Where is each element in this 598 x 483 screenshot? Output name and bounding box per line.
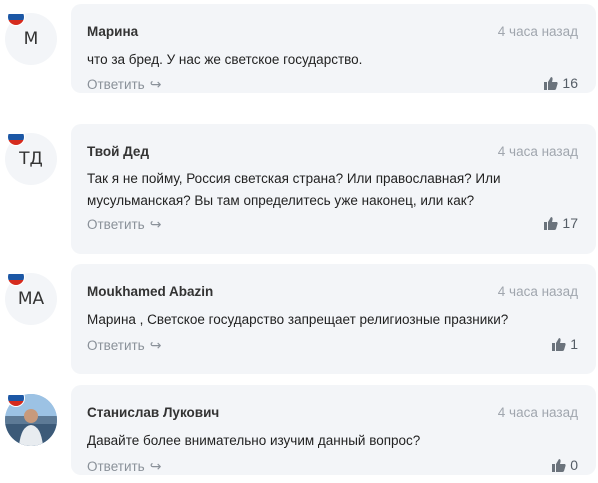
comment-text: Давайте более внимательно изучим данный … xyxy=(87,433,421,448)
thumbs-up-icon xyxy=(544,216,559,230)
like-button[interactable]: 16 xyxy=(544,75,578,91)
reply-arrow-icon: ↪ xyxy=(149,76,162,92)
like-count: 17 xyxy=(562,215,578,231)
thumbs-up-icon xyxy=(552,337,566,351)
reply-label: Ответить xyxy=(87,217,145,232)
reply-button[interactable]: Ответить ↪ xyxy=(87,337,161,354)
reply-arrow-icon: ↪ xyxy=(149,458,162,474)
reply-label: Ответить xyxy=(87,338,145,353)
reply-button[interactable]: Ответить ↪ xyxy=(87,216,161,233)
comment-author[interactable]: Марина xyxy=(87,24,138,39)
reply-arrow-icon: ↪ xyxy=(149,216,162,232)
comment-card: Станислав Лукович 4 часа назад Давайте б… xyxy=(71,385,596,475)
comment-text: Так я не пойму, Россия светская страна? … xyxy=(87,171,501,208)
russian-flag-icon xyxy=(7,389,25,407)
avatar[interactable]: М xyxy=(5,8,57,65)
like-count: 16 xyxy=(562,75,578,91)
reply-button[interactable]: Ответить ↪ xyxy=(87,76,161,93)
thumbs-up-icon xyxy=(544,76,559,90)
avatar[interactable]: ТД xyxy=(5,128,57,185)
reply-label: Ответить xyxy=(87,459,145,474)
comment-text: Марина , Светское государство запрещает … xyxy=(87,312,509,327)
russian-flag-icon xyxy=(7,128,25,146)
russian-flag-icon xyxy=(7,8,25,26)
reply-button[interactable]: Ответить ↪ xyxy=(87,458,161,475)
comment-author[interactable]: Moukhamed Abazin xyxy=(87,284,213,299)
avatar[interactable]: МА xyxy=(5,268,57,325)
like-button[interactable]: 17 xyxy=(544,215,578,231)
comment-card: Moukhamed Abazin 4 часа назад Марина , С… xyxy=(71,264,596,374)
comment-time[interactable]: 4 часа назад xyxy=(498,284,578,299)
comment-time[interactable]: 4 часа назад xyxy=(498,24,578,39)
avatar[interactable] xyxy=(5,389,57,446)
like-button[interactable]: 0 xyxy=(552,457,578,473)
comment-card: Марина 4 часа назад что за бред. У нас ж… xyxy=(71,4,596,93)
comment-card: Твой Дед 4 часа назад Так я не пойму, Ро… xyxy=(71,124,596,254)
reply-label: Ответить xyxy=(87,77,145,92)
thumbs-up-icon xyxy=(552,458,566,472)
like-count: 1 xyxy=(570,336,578,352)
comment-author[interactable]: Твой Дед xyxy=(87,144,149,159)
comment-author[interactable]: Станислав Лукович xyxy=(87,405,219,420)
like-button[interactable]: 1 xyxy=(552,336,578,352)
comment-time[interactable]: 4 часа назад xyxy=(498,405,578,420)
reply-arrow-icon: ↪ xyxy=(149,337,162,353)
comment-text: что за бред. У нас же светское государст… xyxy=(87,52,363,67)
like-count: 0 xyxy=(570,457,578,473)
comment-time[interactable]: 4 часа назад xyxy=(498,144,578,159)
russian-flag-icon xyxy=(7,268,25,286)
